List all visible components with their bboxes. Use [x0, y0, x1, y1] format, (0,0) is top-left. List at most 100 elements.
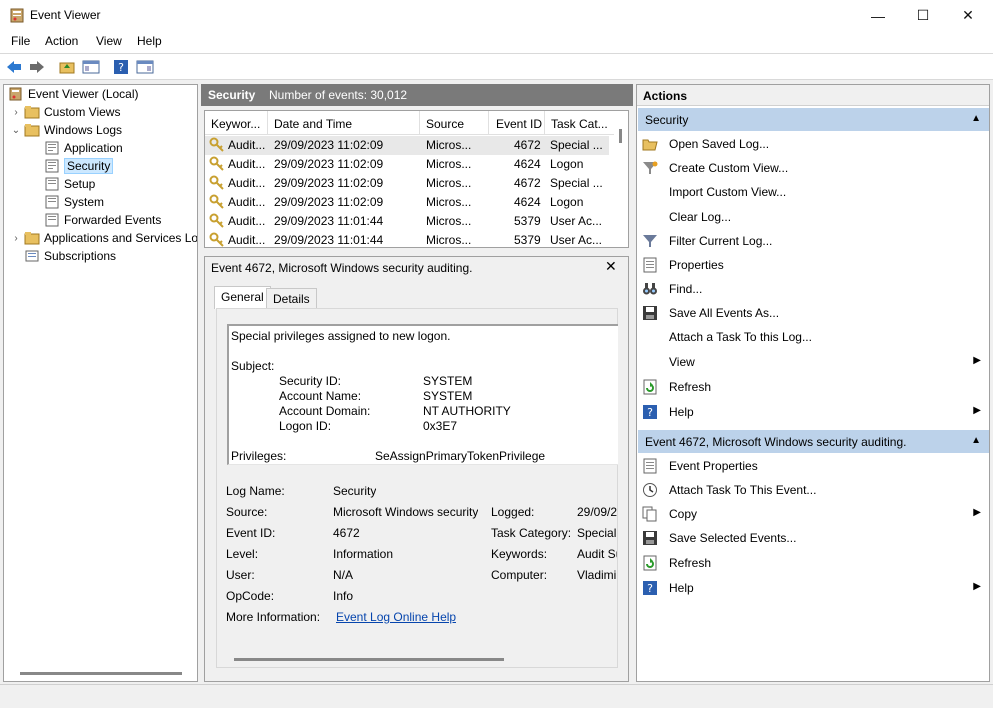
column-header-source[interactable]: Source [420, 111, 489, 135]
tree-item-system[interactable]: System [42, 193, 104, 211]
action-properties[interactable]: Properties [640, 255, 989, 275]
grid-vertical-scrollbar[interactable] [614, 111, 628, 247]
folder-icon [24, 124, 40, 137]
tree-item-custom-views[interactable]: › Custom Views [10, 103, 120, 121]
tree-item-security[interactable]: Security [42, 157, 114, 175]
minimize-button[interactable]: — [855, 0, 901, 31]
account-name-label: Account Name: [279, 389, 362, 403]
action-label: Help [669, 405, 694, 419]
tree-horizontal-scrollbar[interactable] [20, 672, 182, 675]
close-window-button[interactable]: ✕ [945, 0, 991, 31]
submenu-arrow-icon: ▶ [973, 405, 981, 416]
menu-action[interactable]: Action [45, 34, 78, 48]
action-save-all-events[interactable]: Save All Events As... [640, 303, 989, 323]
tree-item-root[interactable]: Event Viewer (Local) [6, 85, 139, 103]
tree-item-setup[interactable]: Setup [42, 175, 95, 193]
back-arrow-icon[interactable] [5, 58, 23, 76]
cell-event-id: 5379 [514, 214, 541, 228]
folder-icon [24, 106, 40, 119]
tree-item-application[interactable]: Application [42, 139, 123, 157]
action-view[interactable]: View ▶ [640, 352, 989, 372]
chevron-down-icon[interactable]: ⌄ [10, 125, 22, 136]
collapse-arrow-icon[interactable]: ▲ [971, 435, 981, 446]
event-log-online-help-link[interactable]: Event Log Online Help [336, 610, 456, 624]
description-text: Special privileges assigned to new logon… [231, 329, 451, 343]
cell-task-category: Special ... [550, 176, 603, 190]
svg-text:?: ? [118, 61, 124, 74]
detail-horizontal-scrollbar[interactable] [234, 658, 504, 661]
action-open-saved-log[interactable]: Open Saved Log... [640, 134, 989, 154]
folder-up-icon[interactable] [58, 58, 76, 76]
tab-general[interactable]: General [214, 286, 271, 309]
menu-file[interactable]: File [11, 34, 30, 48]
cell-date-time: 29/09/2023 11:02:09 [274, 195, 384, 209]
task-category-label: Task Category: [491, 526, 572, 540]
tree-item-windows-logs[interactable]: ⌄ Windows Logs [10, 121, 122, 139]
action-save-selected-events[interactable]: Save Selected Events... [640, 528, 989, 548]
column-header-date-time[interactable]: Date and Time [268, 111, 420, 135]
column-header-event-id[interactable]: Event ID [489, 111, 545, 135]
cell-date-time: 29/09/2023 11:02:09 [274, 138, 384, 152]
column-header-task-category[interactable]: Task Cat... [545, 111, 615, 135]
table-row[interactable]: Audit... 29/09/2023 11:02:09 Micros... 4… [205, 155, 609, 174]
action-attach-task-to-log[interactable]: Attach a Task To this Log... [640, 327, 989, 347]
menu-help[interactable]: Help [137, 34, 162, 48]
tree-item-label: Event Viewer (Local) [28, 87, 139, 101]
computer-value: Vladimi [577, 568, 617, 582]
show-hide-tree-icon[interactable] [82, 58, 100, 76]
action-label: Properties [669, 258, 724, 272]
forward-arrow-icon[interactable] [28, 58, 46, 76]
table-row[interactable]: Audit... 29/09/2023 11:02:09 Micros... 4… [205, 174, 609, 193]
action-help[interactable]: ? Help ▶ [640, 402, 989, 422]
close-detail-icon[interactable]: ✕ [605, 258, 617, 275]
actions-section-security[interactable]: Security ▲ [638, 108, 989, 131]
tree-item-apps-services[interactable]: › Applications and Services Lo [10, 229, 197, 247]
table-row[interactable]: Audit... 29/09/2023 11:01:44 Micros... 5… [205, 231, 609, 247]
action-copy[interactable]: Copy ▶ [640, 504, 989, 524]
action-event-properties[interactable]: Event Properties [640, 456, 989, 476]
action-find[interactable]: Find... [640, 279, 989, 299]
maximize-button[interactable]: ☐ [900, 0, 946, 31]
cell-task-category: Special ... [550, 138, 603, 152]
save-icon [643, 306, 657, 320]
actions-section-event[interactable]: Event 4672, Microsoft Windows security a… [638, 430, 989, 453]
table-row[interactable]: Audit... 29/09/2023 11:02:09 Micros... 4… [205, 193, 609, 212]
svg-text:?: ? [647, 582, 653, 595]
logged-label: Logged: [491, 505, 535, 519]
help-icon[interactable]: ? [112, 58, 130, 76]
action-attach-task-to-event[interactable]: Attach Task To This Event... [640, 480, 989, 500]
scrollbar-thumb[interactable] [619, 129, 622, 143]
tree-item-label: Windows Logs [44, 123, 123, 137]
action-filter-current-log[interactable]: Filter Current Log... [640, 231, 989, 251]
action-help-event[interactable]: ? Help ▶ [640, 578, 989, 598]
cell-task-category: User Ac... [550, 214, 603, 228]
tree-item-forwarded-events[interactable]: Forwarded Events [42, 211, 161, 229]
action-import-custom-view[interactable]: Import Custom View... [640, 182, 989, 202]
action-create-custom-view[interactable]: Create Custom View... [640, 158, 989, 178]
column-header-keywords[interactable]: Keywor... [205, 111, 268, 135]
table-row[interactable]: Audit... 29/09/2023 11:02:09 Micros... 4… [205, 136, 609, 155]
event-viewer-app-icon [10, 8, 24, 23]
table-row[interactable]: Audit... 29/09/2023 11:01:44 Micros... 5… [205, 212, 609, 231]
action-refresh-event[interactable]: Refresh [640, 553, 989, 573]
section-title: Security [645, 113, 689, 127]
action-label: Find... [669, 282, 703, 296]
menu-view[interactable]: View [96, 34, 122, 48]
action-label: Save Selected Events... [669, 531, 797, 545]
tab-details[interactable]: Details [266, 288, 317, 308]
collapse-arrow-icon[interactable]: ▲ [971, 113, 981, 124]
log-icon [45, 213, 59, 227]
event-viewer-icon [9, 87, 22, 101]
chevron-right-icon[interactable]: › [10, 107, 22, 118]
cell-event-id: 4672 [514, 138, 541, 152]
security-id-value: SYSTEM [423, 374, 473, 388]
action-label: Event Properties [669, 459, 758, 473]
toolbar: ? [0, 53, 993, 80]
action-refresh[interactable]: Refresh [640, 377, 989, 397]
action-label: View [669, 355, 695, 369]
tree-item-subscriptions[interactable]: Subscriptions [22, 247, 116, 265]
show-hide-action-pane-icon[interactable] [136, 58, 154, 76]
action-clear-log[interactable]: Clear Log... [640, 207, 989, 227]
chevron-right-icon[interactable]: › [10, 233, 22, 244]
status-bar [0, 684, 993, 708]
